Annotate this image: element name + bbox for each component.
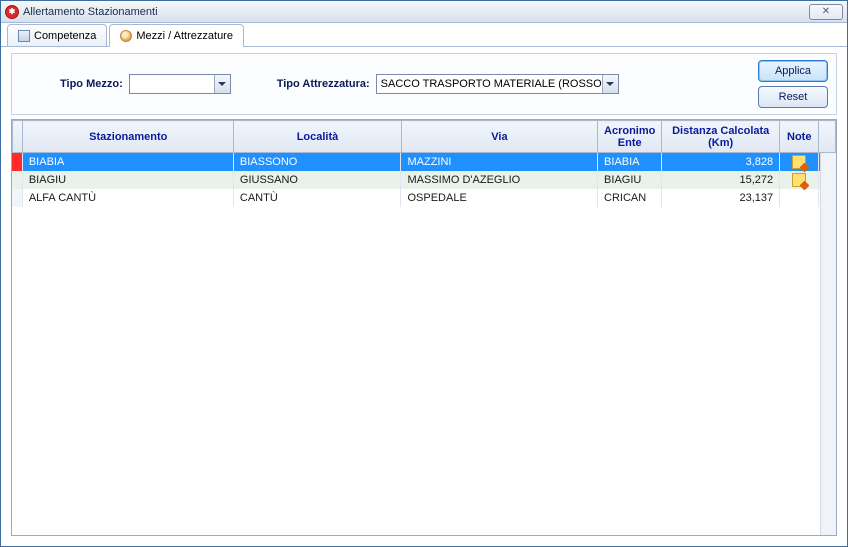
cell-via: MASSIMO D'AZEGLIO (401, 171, 598, 189)
col-distanza[interactable]: Distanza Calcolata (Km) (662, 121, 780, 153)
app-icon: ✱ (5, 5, 19, 19)
vertical-scrollbar[interactable] (820, 153, 836, 535)
note-icon[interactable] (792, 173, 806, 187)
cell-stazionamento: BIAGIU (22, 171, 233, 189)
tipo-mezzo-value (134, 75, 214, 93)
cell-via: OSPEDALE (401, 189, 598, 207)
cell-acronimo: BIABIA (598, 153, 662, 171)
filter-panel: Tipo Mezzo: Tipo Attrezzatura: SACCO TRA… (11, 53, 837, 115)
tipo-attrezzatura-combo[interactable]: SACCO TRASPORTO MATERIALE (ROSSO (376, 74, 619, 94)
cell-localita: BIASSONO (233, 153, 401, 171)
grid-header: Stazionamento Località Via Acronimo Ente… (12, 120, 836, 153)
tab-content: Tipo Mezzo: Tipo Attrezzatura: SACCO TRA… (1, 47, 847, 546)
cell-distanza: 3,828 (662, 153, 780, 171)
cell-localita: CANTÙ (233, 189, 401, 207)
chevron-down-icon[interactable] (602, 75, 618, 93)
table-row[interactable]: BIAGIUGIUSSANOMASSIMO D'AZEGLIOBIAGIU15,… (12, 171, 836, 189)
data-grid: Stazionamento Località Via Acronimo Ente… (11, 119, 837, 536)
cell-localita: GIUSSANO (233, 171, 401, 189)
chevron-down-icon[interactable] (214, 75, 230, 93)
button-column: Applica Reset (748, 60, 828, 108)
col-note[interactable]: Note (780, 121, 819, 153)
people-icon (120, 30, 132, 42)
tab-label: Mezzi / Attrezzature (136, 30, 233, 42)
col-stazionamento[interactable]: Stazionamento (23, 121, 234, 153)
applica-button[interactable]: Applica (758, 60, 828, 82)
tipo-attrezzatura-label: Tipo Attrezzatura: (277, 78, 370, 90)
col-via[interactable]: Via (401, 121, 597, 153)
table-row[interactable]: ALFA CANTÙCANTÙOSPEDALECRICAN23,137 (12, 189, 836, 207)
tab-label: Competenza (34, 30, 96, 42)
table-row[interactable]: BIABIABIASSONOMAZZINIBIABIA3,828 (12, 153, 836, 171)
grid-body: BIABIABIASSONOMAZZINIBIABIA3,828BIAGIUGI… (12, 153, 836, 535)
cell-note (780, 171, 819, 189)
grid-rows-table: BIABIABIASSONOMAZZINIBIABIA3,828BIAGIUGI… (12, 153, 836, 207)
window-title: Allertamento Stazionamenti (23, 6, 809, 18)
dialog-window: ✱ Allertamento Stazionamenti ✕ Competenz… (0, 0, 848, 547)
col-acronimo[interactable]: Acronimo Ente (598, 121, 662, 153)
cell-acronimo: CRICAN (598, 189, 662, 207)
tipo-mezzo-combo[interactable] (129, 74, 231, 94)
tab-bar: Competenza Mezzi / Attrezzature (1, 23, 847, 47)
cell-stazionamento: BIABIA (22, 153, 233, 171)
col-scroll (819, 121, 836, 153)
col-marker[interactable] (13, 121, 23, 153)
reset-button[interactable]: Reset (758, 86, 828, 108)
cell-via: MAZZINI (401, 153, 598, 171)
cell-note (780, 153, 819, 171)
col-localita[interactable]: Località (234, 121, 401, 153)
note-icon[interactable] (792, 155, 806, 169)
tipo-attrezzatura-value: SACCO TRASPORTO MATERIALE (ROSSO (381, 75, 602, 93)
cell-acronimo: BIAGIU (598, 171, 662, 189)
close-button[interactable]: ✕ (809, 4, 843, 20)
cell-distanza: 15,272 (662, 171, 780, 189)
cell-note (780, 189, 819, 207)
tab-competenza[interactable]: Competenza (7, 24, 107, 46)
cell-distanza: 23,137 (662, 189, 780, 207)
tab-mezzi-attrezzature[interactable]: Mezzi / Attrezzature (109, 24, 244, 47)
cell-stazionamento: ALFA CANTÙ (22, 189, 233, 207)
tipo-mezzo-label: Tipo Mezzo: (60, 78, 123, 90)
grid-icon (18, 30, 30, 42)
titlebar: ✱ Allertamento Stazionamenti ✕ (1, 1, 847, 23)
